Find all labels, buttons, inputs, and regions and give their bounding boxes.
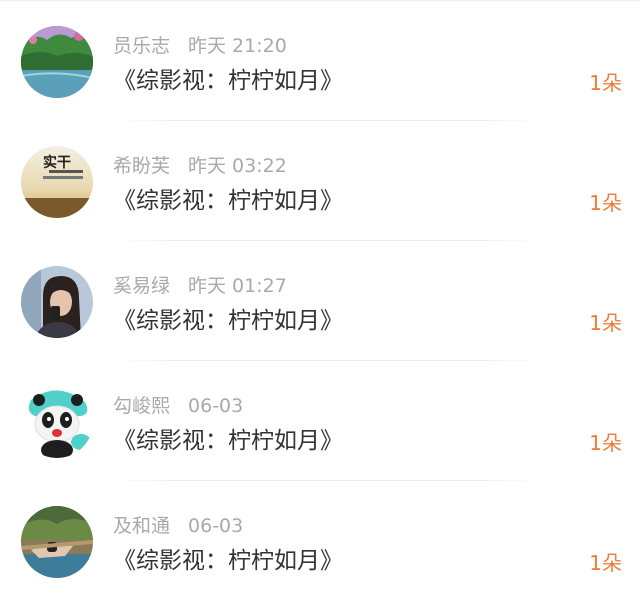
item-meta: 及和通 06-03	[113, 513, 243, 539]
list-item[interactable]: 实干 希盼芙 昨天 03:22 《综影视：柠柠如月》 1朵	[0, 121, 640, 241]
gift-count: 1朵	[589, 191, 622, 215]
item-meta: 希盼芙 昨天 03:22	[113, 153, 287, 179]
gift-count: 1朵	[589, 551, 622, 575]
gift-count: 1朵	[589, 431, 622, 455]
panda-cartoon-avatar[interactable]	[21, 386, 93, 458]
book-title[interactable]: 《综影视：柠柠如月》	[113, 543, 343, 579]
gift-count: 1朵	[589, 311, 622, 335]
timestamp: 06-03	[188, 515, 244, 537]
book-title[interactable]: 《综影视：柠柠如月》	[113, 63, 343, 99]
user-name: 奚易绿	[113, 275, 171, 297]
item-meta: 勾峻熙 06-03	[113, 393, 243, 419]
landscape-avatar[interactable]	[21, 26, 93, 98]
selfie-avatar[interactable]	[21, 266, 93, 338]
user-name: 及和通	[113, 515, 171, 537]
outdoor-photo-avatar[interactable]	[21, 506, 93, 578]
avatar-caption: 实干	[43, 154, 71, 171]
book-title[interactable]: 《综影视：柠柠如月》	[113, 183, 343, 219]
user-name: 员乐志	[113, 35, 171, 57]
list-item[interactable]: 勾峻熙 06-03 《综影视：柠柠如月》 1朵	[0, 361, 640, 481]
gift-list: 员乐志 昨天 21:20 《综影视：柠柠如月》 1朵 实干 希盼芙 昨天 03:…	[0, 0, 640, 604]
item-meta: 员乐志 昨天 21:20	[113, 33, 287, 59]
user-name: 希盼芙	[113, 155, 171, 177]
list-item[interactable]: 奚易绿 昨天 01:27 《综影视：柠柠如月》 1朵	[0, 241, 640, 361]
text-sunset-avatar[interactable]: 实干	[21, 146, 93, 218]
item-meta: 奚易绿 昨天 01:27	[113, 273, 287, 299]
list-item[interactable]: 员乐志 昨天 21:20 《综影视：柠柠如月》 1朵	[0, 1, 640, 121]
book-title[interactable]: 《综影视：柠柠如月》	[113, 423, 343, 459]
timestamp: 昨天 03:22	[188, 155, 287, 177]
timestamp: 06-03	[188, 395, 244, 417]
timestamp: 昨天 21:20	[188, 35, 287, 57]
book-title[interactable]: 《综影视：柠柠如月》	[113, 303, 343, 339]
list-item[interactable]: 及和通 06-03 《综影视：柠柠如月》 1朵	[0, 481, 640, 601]
user-name: 勾峻熙	[113, 395, 171, 417]
timestamp: 昨天 01:27	[188, 275, 287, 297]
gift-count: 1朵	[589, 71, 622, 95]
